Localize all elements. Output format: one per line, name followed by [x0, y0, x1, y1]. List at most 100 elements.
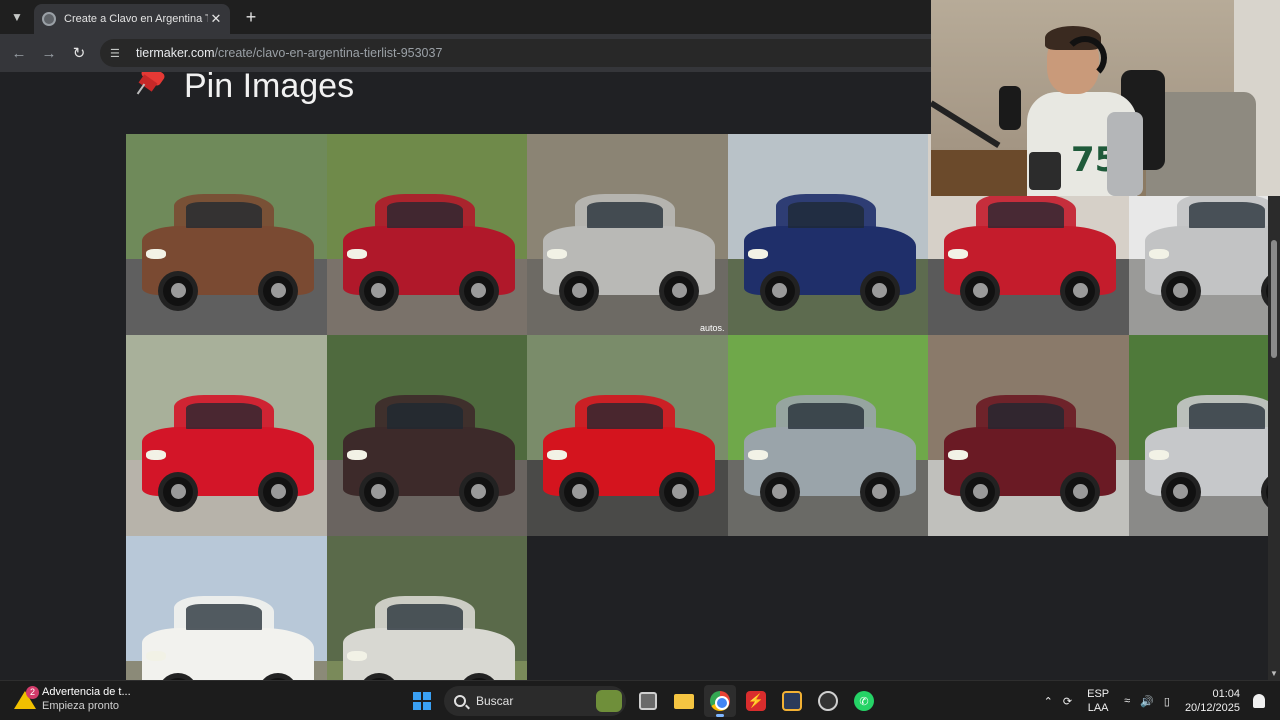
car-window: [587, 403, 664, 430]
notification-bell-icon[interactable]: [1253, 694, 1265, 708]
whatsapp-button[interactable]: ✆: [848, 685, 880, 717]
car-image-red-sportscar[interactable]: [527, 335, 728, 536]
resolve-button[interactable]: [776, 685, 808, 717]
tab-title: Create a Clavo en Argentina Ti: [64, 13, 208, 25]
car-window: [186, 202, 263, 229]
section-heading: Pin Images: [130, 72, 354, 106]
car-wheel: [759, 471, 800, 512]
car-headlight: [747, 248, 768, 259]
car-body: [342, 628, 515, 680]
car-headlight: [547, 449, 568, 460]
car-body: [142, 628, 315, 680]
car-window: [386, 604, 463, 631]
forward-arrow-icon[interactable]: →: [34, 38, 64, 68]
scroll-down-arrow-icon[interactable]: ▼: [1270, 669, 1278, 678]
car-wheel: [158, 471, 199, 512]
clock[interactable]: 01:04 20/12/2025: [1185, 687, 1240, 715]
close-tab-icon[interactable]: ✕: [208, 11, 224, 27]
taskbar-search[interactable]: Buscar: [444, 686, 626, 716]
browser-tab-active[interactable]: Create a Clavo en Argentina Ti ✕: [34, 4, 230, 34]
page-title: Pin Images: [184, 72, 355, 105]
car-image-white-sedan[interactable]: [326, 536, 527, 680]
system-tray: ⌃ ⟳ ESP LAA ≈ 🔊 ▯ 01:04 20/12/2025: [1039, 685, 1270, 717]
weather-widget[interactable]: 2 Advertencia de t... Empieza pronto: [14, 685, 131, 713]
car-wheel: [960, 270, 1001, 311]
clock-time: 01:04: [1212, 688, 1240, 700]
car-headlight: [146, 248, 167, 259]
keyboard-layout: LAA: [1087, 702, 1109, 714]
car-headlight: [1148, 449, 1169, 460]
car-image-maroon-wagon[interactable]: [928, 335, 1129, 536]
weather-warning-icon: 2: [14, 686, 39, 709]
car-headlight: [346, 650, 367, 661]
car-image-red-neon[interactable]: [126, 335, 327, 536]
davinci-resolve-icon: [782, 691, 802, 711]
back-arrow-icon[interactable]: ←: [4, 38, 34, 68]
car-wheel: [358, 270, 399, 311]
site-info-icon[interactable]: ☰: [110, 47, 126, 60]
reload-icon[interactable]: ↻: [64, 38, 94, 68]
car-wheel: [158, 270, 199, 311]
car-wheel: [1160, 471, 1201, 512]
obs-button[interactable]: [812, 685, 844, 717]
car-wheel: [859, 270, 900, 311]
car-wheel: [559, 270, 600, 311]
flash-app-button[interactable]: ⚡: [740, 685, 772, 717]
car-image-white-gol[interactable]: [126, 536, 327, 680]
car-image-brown-citroen[interactable]: [326, 335, 527, 536]
chrome-button[interactable]: [704, 685, 736, 717]
car-wheel: [659, 270, 700, 311]
start-button[interactable]: [406, 685, 438, 717]
car-window: [386, 403, 463, 430]
car-image-silver-chrysler[interactable]: [1128, 335, 1280, 536]
file-explorer-button[interactable]: [668, 685, 700, 717]
image-watermark: autos.: [699, 323, 725, 333]
car-window: [1188, 202, 1265, 229]
car-wheel: [358, 471, 399, 512]
sync-icon[interactable]: ⟳: [1063, 695, 1072, 708]
wifi-icon[interactable]: ≈: [1124, 695, 1130, 707]
car-image-silver-suv[interactable]: [727, 335, 928, 536]
headphones: [1063, 36, 1107, 80]
search-icon: [454, 695, 466, 707]
url-path: /create/clavo-en-argentina-tierlist-9530…: [214, 46, 443, 60]
folder-icon: [674, 693, 694, 709]
webcam-overlay: 75: [931, 0, 1280, 196]
car-image-brown-sedan[interactable]: [126, 134, 327, 335]
battery-icon[interactable]: ▯: [1164, 695, 1170, 708]
car-headlight: [146, 650, 167, 661]
windows-taskbar: 2 Advertencia de t... Empieza pronto Bus…: [0, 680, 1280, 720]
car-window: [186, 403, 263, 430]
whatsapp-icon: ✆: [854, 691, 874, 711]
clock-date: 20/12/2025: [1184, 702, 1240, 714]
language-indicator[interactable]: ESP LAA: [1087, 687, 1109, 715]
car-image-silver-hatchback[interactable]: autos.: [527, 134, 728, 335]
car-headlight: [346, 449, 367, 460]
chevron-up-icon[interactable]: ⌃: [1044, 695, 1053, 708]
task-view-button[interactable]: [632, 685, 664, 717]
car-wheel: [1160, 270, 1201, 311]
car-window: [386, 202, 463, 229]
car-wheel: [458, 270, 499, 311]
globe-icon: [42, 12, 56, 26]
scrollbar-thumb[interactable]: [1271, 240, 1277, 358]
taskbar-apps: Buscar ⚡ ✆: [404, 685, 882, 717]
weather-subtitle: Empieza pronto: [42, 700, 120, 712]
car-headlight: [1148, 248, 1169, 259]
car-wheel: [258, 270, 299, 311]
car-window: [1188, 403, 1265, 430]
microphone: [999, 86, 1021, 130]
obs-icon: [818, 691, 838, 711]
car-headlight: [346, 248, 367, 259]
tab-search-chevron-icon[interactable]: ▼: [0, 0, 34, 34]
pushpin-icon: [130, 72, 170, 106]
image-grid: autos.: [126, 134, 1280, 680]
screen: ▼ Create a Clavo en Argentina Ti ✕ + ← →…: [0, 0, 1280, 720]
new-tab-button[interactable]: +: [238, 4, 264, 30]
car-image-blue-compact[interactable]: [727, 134, 928, 335]
car-image-red-hatchback[interactable]: [326, 134, 527, 335]
volume-icon[interactable]: 🔊: [1140, 695, 1154, 708]
search-highlight-icon: [596, 690, 622, 712]
lightning-icon: ⚡: [746, 691, 766, 711]
chrome-icon: [710, 691, 730, 711]
